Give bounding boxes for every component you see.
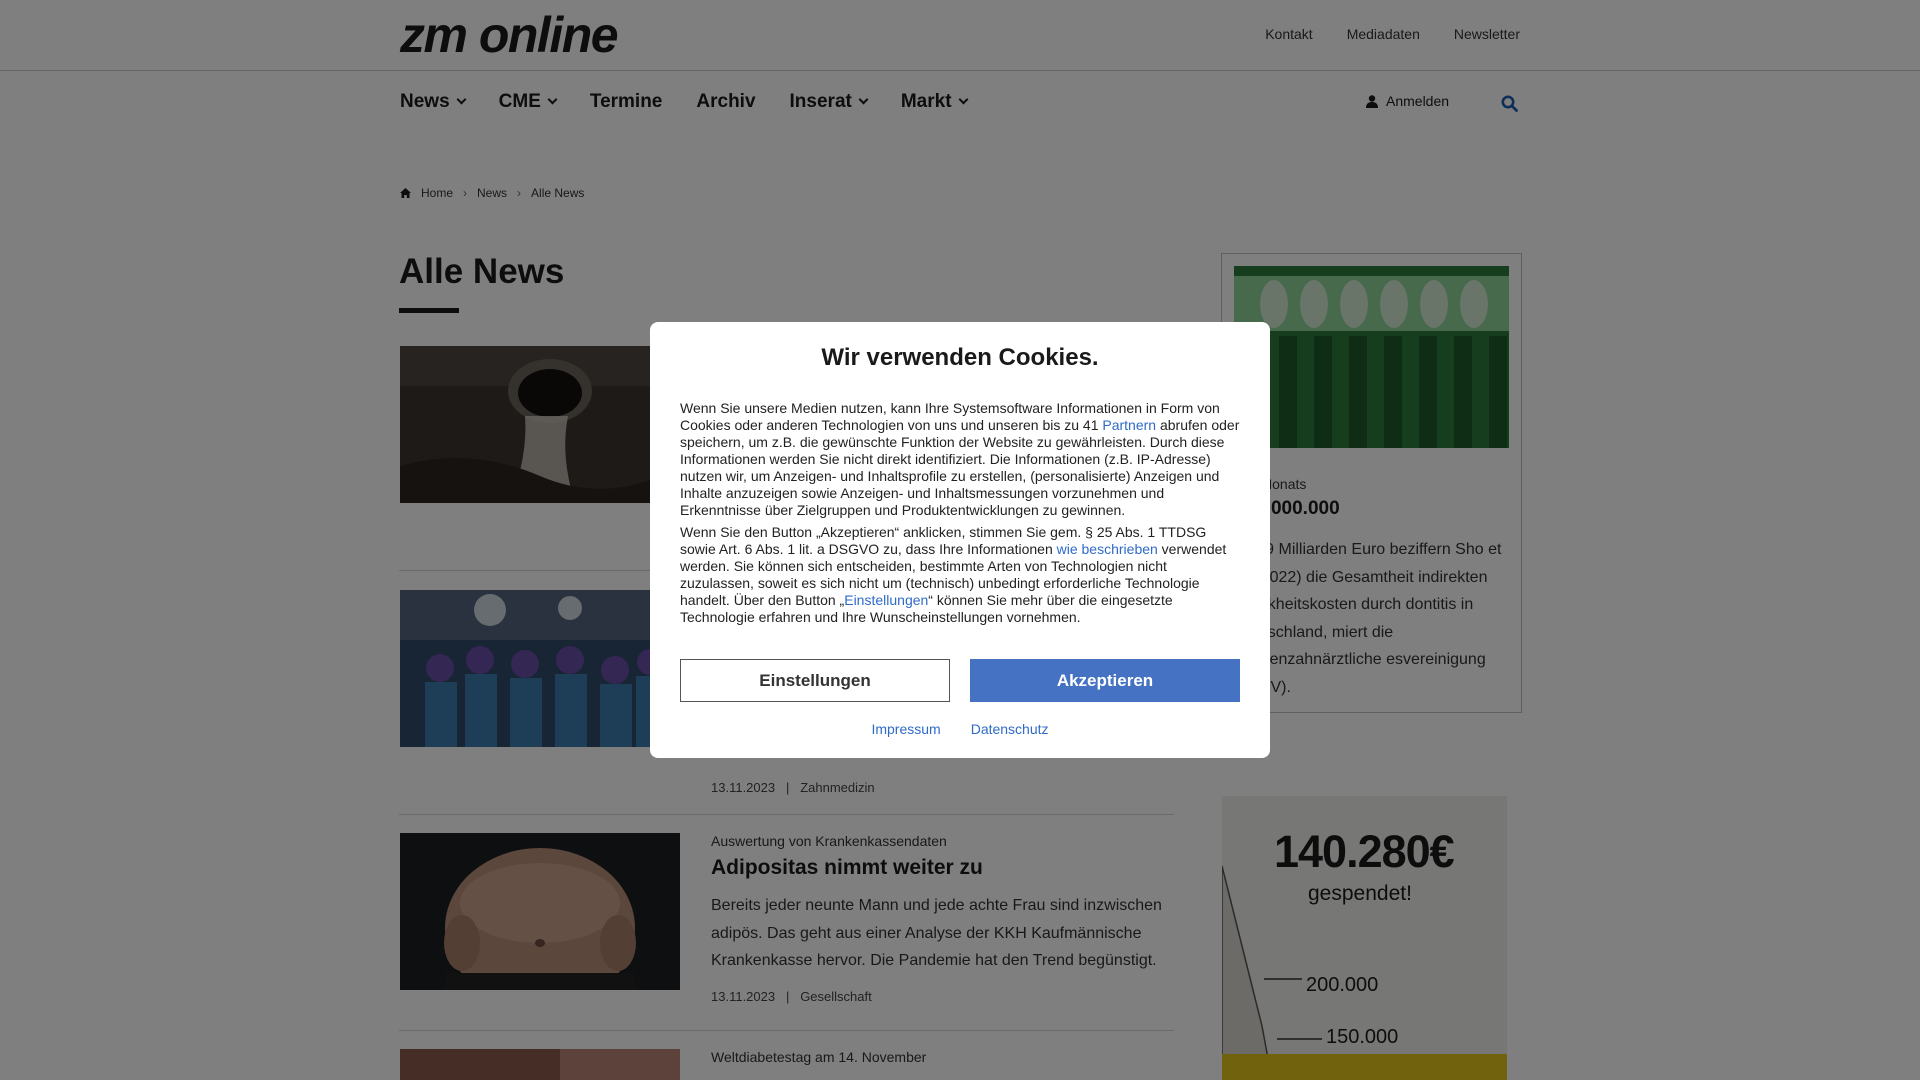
cookie-text-1: Wenn Sie unsere Medien nutzen, kann Ihre…: [680, 400, 1242, 519]
cookie-footer-links: Impressum Datenschutz: [650, 721, 1270, 737]
settings-link[interactable]: Einstellungen: [844, 592, 928, 608]
datenschutz-link[interactable]: Datenschutz: [971, 721, 1049, 737]
as-described-link[interactable]: wie beschrieben: [1057, 541, 1158, 557]
cookie-consent-dialog: Wir verwenden Cookies. Wenn Sie unsere M…: [650, 322, 1270, 758]
accept-button[interactable]: Akzeptieren: [970, 659, 1240, 702]
partners-link[interactable]: Partnern: [1102, 417, 1156, 433]
cookie-text-2: Wenn Sie den Button „Akzeptieren“ anklic…: [680, 524, 1242, 626]
impressum-link[interactable]: Impressum: [871, 721, 940, 737]
settings-button[interactable]: Einstellungen: [680, 659, 950, 702]
cookie-dialog-title: Wir verwenden Cookies.: [821, 344, 1099, 371]
